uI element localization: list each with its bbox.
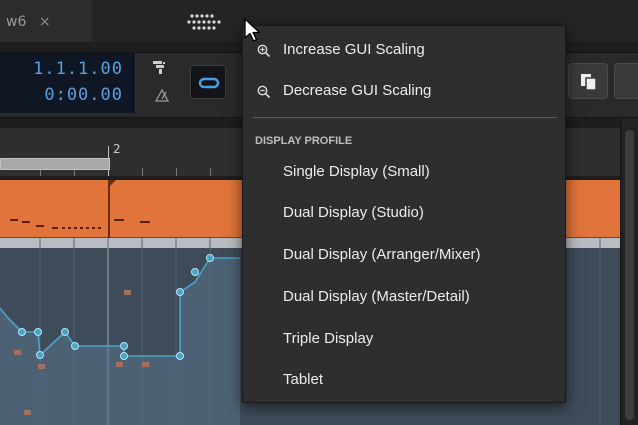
position-bars: 1.1.1.00 — [33, 59, 123, 79]
menu-item-single-display-small[interactable]: Single Display (Small) — [243, 155, 565, 189]
dots-grid-icon[interactable] — [186, 13, 230, 31]
loop-toggle-button[interactable] — [190, 65, 226, 99]
velocity-marker — [14, 350, 21, 355]
zoom-in-icon — [257, 44, 271, 58]
copy-button[interactable] — [568, 63, 608, 99]
velocity-marker — [142, 362, 149, 367]
automation-point — [206, 254, 214, 262]
menu-item-decrease-gui-scaling[interactable]: Decrease GUI Scaling — [243, 74, 565, 108]
menu-item-label: Increase GUI Scaling — [283, 41, 425, 58]
automation-point — [36, 351, 44, 359]
menu-item-dual-display-studio[interactable]: Dual Display (Studio) — [243, 196, 565, 230]
automation-point — [34, 328, 42, 336]
automation-point — [71, 342, 79, 350]
automation-point — [18, 328, 26, 336]
automation-point — [61, 328, 69, 336]
menu-item-label: Decrease GUI Scaling — [283, 82, 432, 99]
menu-item-dual-display-arranger-mixer[interactable]: Dual Display (Arranger/Mixer) — [243, 238, 565, 272]
zoom-out-icon — [257, 85, 271, 99]
menu-item-label: Tablet — [283, 371, 324, 388]
mouse-cursor-icon — [244, 18, 261, 42]
menu-item-triple-display[interactable]: Triple Display — [243, 322, 565, 356]
position-counter[interactable]: 1.1.1.00 0:00.00 — [0, 53, 136, 113]
metronome-settings-icon[interactable] — [150, 59, 170, 77]
loop-icon — [198, 77, 220, 89]
bar-number-label: 2 — [113, 142, 121, 156]
tab-title: w6 — [6, 14, 27, 30]
display-menu: Increase GUI Scaling Decrease GUI Scalin… — [242, 25, 566, 403]
vertical-scrollbar[interactable] — [620, 118, 638, 425]
velocity-marker — [116, 362, 123, 367]
menu-item-tablet[interactable]: Tablet — [243, 363, 565, 397]
menu-item-label: Dual Display (Master/Detail) — [283, 288, 470, 305]
panel-button[interactable] — [614, 63, 638, 99]
velocity-marker — [124, 290, 131, 295]
menu-divider — [253, 117, 557, 118]
project-tab[interactable]: w6 × — [0, 0, 92, 42]
display-profile-header: DISPLAY PROFILE — [255, 135, 353, 147]
clip-start-marker[interactable] — [108, 180, 116, 188]
menu-item-label: Triple Display — [283, 330, 374, 347]
automation-point — [191, 268, 199, 276]
velocity-marker — [24, 410, 31, 415]
metronome-icon[interactable] — [154, 87, 170, 103]
loop-range-marker[interactable] — [0, 158, 110, 170]
menu-item-increase-gui-scaling[interactable]: Increase GUI Scaling — [243, 33, 565, 67]
menu-item-dual-display-master-detail[interactable]: Dual Display (Master/Detail) — [243, 280, 565, 314]
menu-item-label: Dual Display (Arranger/Mixer) — [283, 246, 481, 263]
clip-divider — [108, 180, 110, 238]
copy-icon — [581, 74, 597, 91]
tab-close-icon[interactable]: × — [39, 14, 51, 30]
menu-item-label: Single Display (Small) — [283, 163, 430, 180]
velocity-marker — [38, 364, 45, 369]
menu-item-label: Dual Display (Studio) — [283, 204, 424, 221]
position-time: 0:00.00 — [44, 85, 123, 105]
scrollbar-thumb[interactable] — [625, 130, 634, 420]
automation-point — [120, 352, 128, 360]
automation-point — [176, 352, 184, 360]
automation-point — [120, 342, 128, 350]
automation-point — [176, 288, 184, 296]
